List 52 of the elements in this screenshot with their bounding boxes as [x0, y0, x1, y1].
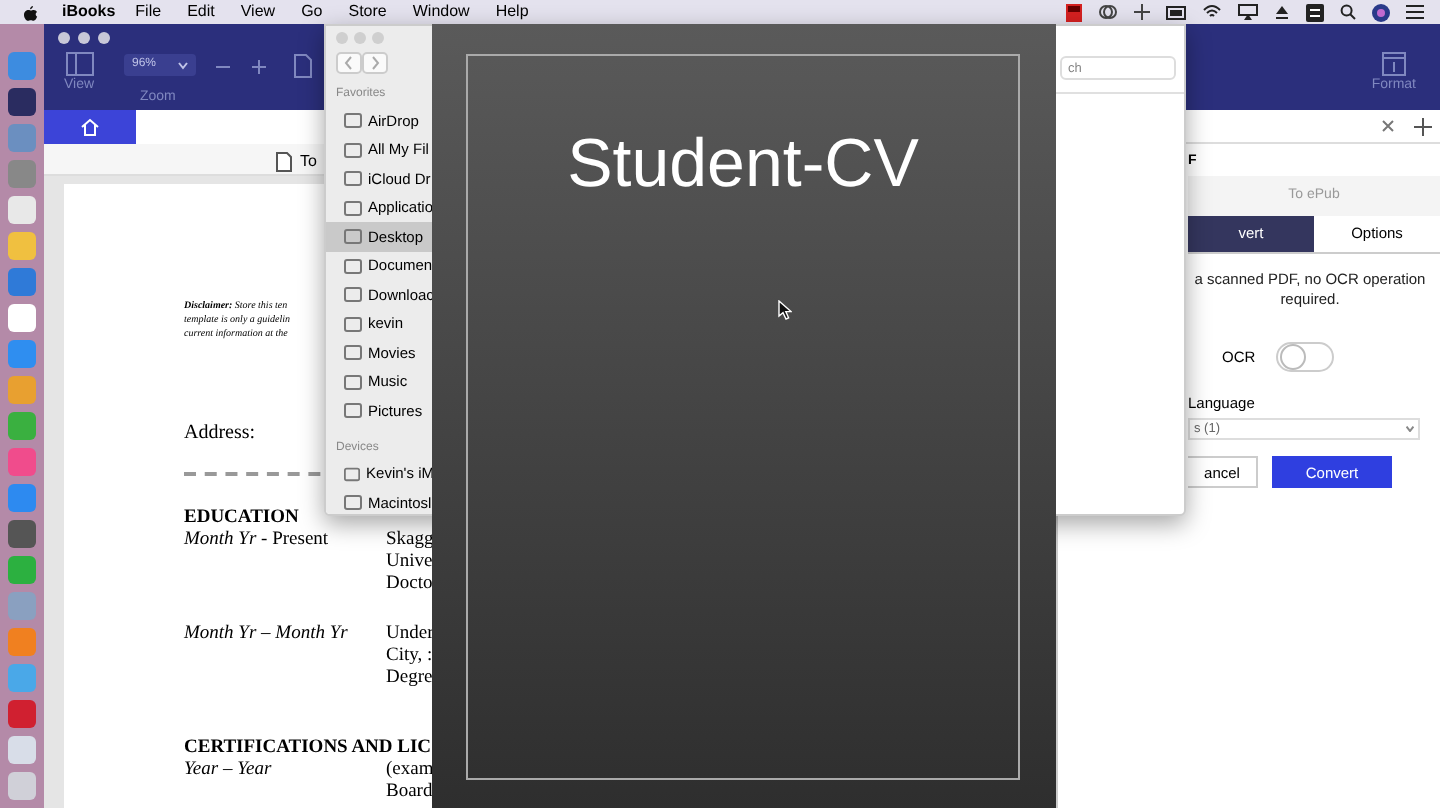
app-icon[interactable] [8, 520, 36, 548]
cursor-icon [778, 300, 792, 320]
crosshair-icon [1134, 4, 1150, 20]
entry-text: Board [386, 782, 434, 804]
date-text: Year – Year [184, 760, 272, 780]
entry-text: Under [386, 624, 434, 646]
entry-text: Docto [386, 574, 434, 596]
plus-icon[interactable] [1414, 117, 1432, 135]
cover-title: Student-CV [567, 124, 919, 204]
apple-logo-icon [22, 3, 38, 21]
wifi-icon [1202, 4, 1222, 20]
document-icon[interactable] [294, 54, 312, 78]
menu-item[interactable]: Store [348, 0, 387, 24]
entry-text: City, : [386, 646, 434, 668]
zoom-in-icon[interactable] [252, 60, 266, 74]
entry-text: (exam [386, 760, 434, 782]
ocr-toggle[interactable] [1275, 342, 1334, 372]
menu-item[interactable]: File [135, 0, 162, 24]
app-icon[interactable] [8, 772, 36, 800]
rings-icon [1098, 4, 1118, 20]
app-icon[interactable] [8, 88, 36, 116]
eject-icon [1274, 4, 1290, 20]
menu-item[interactable]: Help [495, 0, 529, 24]
entry-text: Unive [386, 552, 434, 574]
app-icon[interactable] [8, 196, 36, 224]
menu-item[interactable]: View [240, 0, 276, 24]
info-panel-icon [1381, 52, 1406, 76]
menu-item[interactable]: Edit [187, 0, 215, 24]
address-label: Address: [184, 420, 256, 448]
close-icon[interactable] [1382, 120, 1394, 132]
app-icon[interactable] [8, 304, 36, 332]
menu-item[interactable]: Go [301, 0, 323, 24]
zoom-out-icon[interactable] [216, 60, 230, 74]
section-heading: CERTIFICATIONS AND LIC [184, 738, 432, 760]
home-icon [80, 118, 100, 136]
sidebar-icon [65, 52, 94, 76]
airplay-icon [1238, 4, 1258, 20]
entry-text: Skagg [386, 530, 434, 552]
menu-item[interactable]: Window [412, 0, 470, 24]
section-heading: EDUCATION [184, 508, 299, 530]
entry-text: Degre [386, 668, 434, 690]
date-text: Month Yr – Month Yr [184, 624, 348, 644]
app-icon[interactable] [8, 736, 36, 764]
search-icon [1340, 4, 1356, 20]
home-tab[interactable] [44, 110, 136, 144]
list-icon [1406, 4, 1424, 20]
date-text: Month Yr - Present [184, 530, 329, 550]
chevron-down-icon [178, 61, 188, 69]
battery-icon [1166, 5, 1186, 19]
app-menu[interactable]: iBooks [62, 0, 116, 24]
document-tab[interactable]: To [276, 150, 317, 174]
chevron-down-icon [1406, 426, 1414, 433]
